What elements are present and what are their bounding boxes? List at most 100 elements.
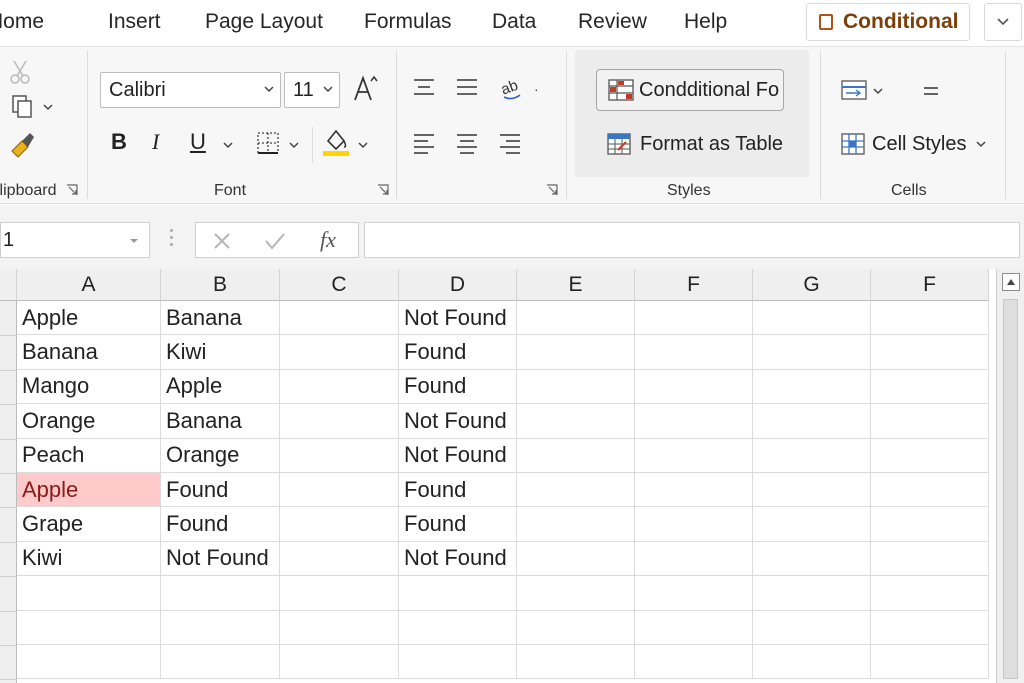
cell[interactable]: Not Found [399, 541, 517, 577]
tab-help[interactable]: Help [684, 10, 727, 34]
cell[interactable] [871, 507, 989, 542]
row-header[interactable] [0, 645, 17, 646]
column-header[interactable]: D [399, 269, 517, 301]
select-all-corner[interactable] [0, 269, 17, 301]
align-center-icon[interactable] [455, 131, 479, 155]
cell[interactable]: Found [399, 473, 517, 508]
underline-button[interactable]: U [190, 129, 206, 155]
cell[interactable]: Found [399, 507, 517, 542]
cell[interactable] [517, 541, 635, 577]
cell[interactable]: Orange [161, 438, 280, 473]
chevron-down-icon[interactable] [223, 141, 233, 149]
cell[interactable] [871, 645, 989, 680]
cell[interactable] [871, 335, 989, 370]
cell[interactable] [635, 507, 753, 542]
cell[interactable] [635, 473, 753, 508]
format-cells-icon[interactable] [922, 85, 940, 97]
cell[interactable] [280, 369, 399, 405]
cell[interactable] [871, 369, 989, 405]
row-header[interactable] [0, 438, 17, 440]
cell[interactable] [280, 404, 399, 439]
cell-styles-button[interactable]: Cell Styles [840, 127, 987, 161]
cell[interactable] [871, 301, 989, 336]
cell[interactable]: Kiwi [17, 541, 161, 577]
row-header[interactable] [0, 610, 17, 612]
tab-formulas[interactable]: Formulas [364, 10, 452, 34]
cell[interactable] [871, 404, 989, 439]
cell[interactable] [399, 576, 517, 611]
cell[interactable] [517, 473, 635, 508]
cell[interactable]: Apple [17, 301, 161, 336]
tab-insert[interactable]: Insert [108, 10, 161, 34]
cell[interactable] [517, 335, 635, 370]
font-size-select[interactable]: 11 [284, 72, 340, 108]
tab-page-layout[interactable]: Page Layout [205, 10, 323, 34]
cell[interactable] [517, 610, 635, 645]
row-header-strip[interactable] [0, 301, 17, 683]
cell[interactable] [871, 438, 989, 473]
cell[interactable] [871, 576, 989, 611]
cell[interactable] [517, 369, 635, 405]
cell[interactable] [517, 438, 635, 473]
enter-icon[interactable] [264, 231, 286, 251]
cell[interactable]: Not Found [161, 541, 280, 577]
cell[interactable] [753, 301, 871, 336]
align-right-icon[interactable] [498, 131, 522, 155]
orientation-dropdown[interactable]: · [534, 81, 539, 97]
cell[interactable] [517, 507, 635, 542]
cell[interactable]: Banana [161, 301, 280, 336]
align-left-icon[interactable] [412, 131, 436, 155]
cell[interactable] [280, 507, 399, 542]
cell[interactable] [280, 473, 399, 508]
conditional-tab[interactable]: Conditional [806, 3, 970, 41]
cell[interactable]: Peach [17, 438, 161, 473]
cell[interactable] [635, 301, 753, 336]
highlighted-cell[interactable]: Apple [17, 473, 161, 508]
cell[interactable] [753, 404, 871, 439]
copy-icon[interactable] [10, 93, 36, 119]
cell[interactable] [17, 645, 161, 680]
align-middle-icon[interactable] [455, 77, 479, 97]
cell[interactable] [753, 645, 871, 680]
cell[interactable] [871, 610, 989, 645]
cell[interactable]: Not Found [399, 438, 517, 473]
column-header[interactable]: F [635, 269, 753, 301]
scroll-thumb[interactable] [1003, 299, 1018, 679]
cell[interactable] [635, 335, 753, 370]
cut-icon[interactable] [8, 59, 32, 85]
scroll-up-button[interactable] [1002, 273, 1020, 291]
cell[interactable]: Apple [161, 369, 280, 405]
cell[interactable] [399, 645, 517, 680]
column-header[interactable]: G [753, 269, 871, 301]
row-header[interactable] [0, 473, 17, 474]
cell[interactable] [280, 301, 399, 336]
font-name-select[interactable]: Calibri [100, 72, 281, 108]
formula-bar-grip[interactable] [170, 229, 173, 249]
row-header[interactable] [0, 369, 17, 371]
cell[interactable] [161, 576, 280, 611]
chevron-down-icon[interactable] [43, 103, 53, 111]
cell[interactable] [517, 645, 635, 680]
fill-color-icon[interactable] [322, 127, 350, 157]
cell[interactable] [635, 645, 753, 680]
cell[interactable] [280, 576, 399, 611]
conditional-formatting-button[interactable]: Condditional Fo [596, 69, 784, 111]
tab-review[interactable]: Review [578, 10, 647, 34]
cell[interactable] [635, 404, 753, 439]
orientation-icon[interactable]: ab [498, 73, 526, 101]
cell[interactable] [161, 645, 280, 680]
dialog-launcher-icon[interactable] [376, 183, 390, 197]
chevron-down-icon[interactable] [358, 141, 368, 149]
cell[interactable] [517, 576, 635, 611]
cell[interactable]: Banana [17, 335, 161, 370]
column-header[interactable]: E [517, 269, 635, 301]
cell[interactable] [517, 301, 635, 336]
cell[interactable] [17, 576, 161, 611]
cell[interactable] [17, 610, 161, 645]
cell[interactable] [753, 541, 871, 577]
borders-icon[interactable] [256, 131, 280, 155]
ribbon-collapse-button[interactable] [984, 3, 1022, 41]
cell[interactable] [635, 541, 753, 577]
column-header[interactable]: C [280, 269, 399, 301]
align-top-icon[interactable] [412, 77, 436, 97]
